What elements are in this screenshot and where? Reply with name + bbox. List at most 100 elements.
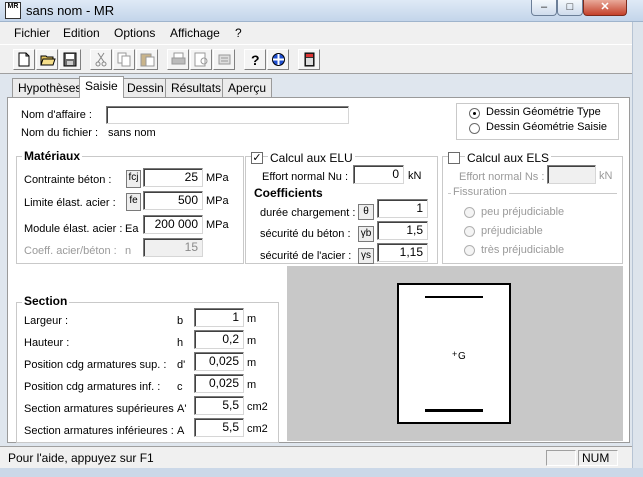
tab-dessin[interactable]: Dessin (121, 78, 170, 97)
module-label: Module élast. acier : (24, 223, 123, 235)
gamma-s-symbol: γs (358, 248, 374, 264)
limite-acier-input[interactable]: 500 (143, 191, 203, 210)
cdg-inf-input[interactable]: 0,025 (194, 374, 244, 393)
menu-options[interactable]: Options (114, 26, 155, 40)
paste-icon[interactable] (136, 49, 158, 70)
saisie-panel: Nom d'affaire : Nom du fichier : sans no… (7, 97, 630, 443)
effort-ns-input[interactable] (547, 165, 596, 184)
top-reinforcement (425, 296, 483, 298)
print-setup-icon[interactable] (213, 49, 235, 70)
nom-fichier-value: sans nom (108, 127, 156, 139)
radio-peu-prejudiciable-label: peu préjudiciable (481, 206, 565, 218)
radio-dessin-type[interactable] (469, 108, 480, 119)
hauteur-unit: m (247, 335, 257, 347)
effort-ns-unit: kN (599, 170, 613, 182)
context-help-icon[interactable] (267, 49, 289, 70)
effort-nu-label: Effort normal Nu : (262, 171, 348, 183)
largeur-input[interactable]: 1 (194, 308, 244, 327)
securite-beton-input[interactable]: 1,5 (377, 221, 428, 240)
nom-affaire-input[interactable] (106, 106, 349, 124)
cut-icon[interactable] (90, 49, 112, 70)
status-help-text: Pour l'aide, appuyez sur F1 (8, 451, 154, 465)
coeff-acier-beton-input[interactable]: 15 (143, 238, 203, 257)
arm-sup-input[interactable]: 5,5 (194, 396, 244, 415)
section-title: Section (22, 294, 70, 308)
menu-fichier[interactable]: Fichier (14, 26, 50, 40)
new-file-icon[interactable] (13, 49, 35, 70)
toolbar: ? (0, 44, 632, 74)
tab-resultats[interactable]: Résultats (165, 78, 228, 97)
section-preview: + G (287, 266, 623, 441)
fcj-symbol: fcj (126, 170, 141, 188)
module-acier-input[interactable]: 200 000 (143, 215, 203, 234)
elu-checkbox[interactable]: ✓ (251, 152, 263, 164)
arm-sup-label: Section armatures supérieures (24, 403, 174, 415)
els-checkbox[interactable] (448, 152, 460, 164)
fissuration-title: Fissuration (451, 186, 509, 198)
print-preview-icon[interactable] (190, 49, 212, 70)
effort-nu-input[interactable]: 0 (353, 165, 404, 184)
radio-tres-prejudiciable[interactable] (464, 245, 475, 256)
d-prime-symbol: d' (177, 359, 186, 371)
close-button[interactable]: ✕ (583, 0, 627, 16)
minimize-button[interactable]: – (531, 0, 557, 16)
radio-tres-prejudiciable-label: très préjudiciable (481, 244, 565, 256)
fe-symbol: fe (126, 193, 141, 211)
nom-affaire-label: Nom d'affaire : (21, 109, 92, 121)
arm-inf-label: Section armatures inférieures : (24, 425, 174, 437)
open-folder-icon[interactable] (36, 49, 58, 70)
radio-prejudiciable[interactable] (464, 226, 475, 237)
arm-inf-input[interactable]: 5,5 (194, 418, 244, 437)
window-right-edge (632, 22, 643, 477)
contrainte-unit: MPa (206, 172, 229, 184)
cdg-sup-unit: m (247, 357, 257, 369)
gamma-b-symbol: γb (358, 226, 374, 242)
cdg-sup-label: Position cdg armatures sup. : (24, 359, 167, 371)
radio-dessin-type-label: Dessin Géométrie Type (486, 106, 601, 118)
secu-acier-label: sécurité de l'acier : (260, 250, 352, 262)
module-unit: MPa (206, 219, 229, 231)
elu-checkbox-label: Calcul aux ELU (268, 151, 355, 165)
cdg-inf-label: Position cdg armatures inf. : (24, 381, 161, 393)
radio-peu-prejudiciable[interactable] (464, 207, 475, 218)
securite-acier-input[interactable]: 1,15 (377, 243, 428, 262)
centroid-label: G (458, 351, 466, 362)
window-title: sans nom - MR (26, 3, 115, 18)
coeff-label: Coeff. acier/béton : (24, 245, 117, 257)
effort-ns-label: Effort normal Ns : (459, 171, 545, 183)
coefficients-title: Coefficients (252, 186, 325, 200)
menu-edition[interactable]: Edition (63, 26, 100, 40)
largeur-label: Largeur : (24, 315, 69, 327)
tab-hypotheses[interactable]: Hypothèses (12, 78, 88, 97)
menu-help[interactable]: ? (235, 26, 242, 40)
copy-icon[interactable] (113, 49, 135, 70)
secu-beton-label: sécurité du béton : (260, 228, 351, 240)
duree-label: durée chargement : (260, 207, 356, 219)
arm-sup-unit: cm2 (247, 401, 268, 413)
tab-saisie[interactable]: Saisie (79, 76, 124, 98)
save-icon[interactable] (59, 49, 81, 70)
calculator-icon[interactable] (298, 49, 320, 70)
help-icon[interactable]: ? (244, 49, 266, 70)
duree-chargement-input[interactable]: 1 (377, 199, 428, 218)
cdg-sup-input[interactable]: 0,025 (194, 352, 244, 371)
contrainte-beton-input[interactable]: 25 (143, 168, 203, 187)
h-symbol: h (177, 337, 184, 349)
hauteur-label: Hauteur : (24, 337, 70, 349)
menu-affichage[interactable]: Affichage (170, 26, 220, 40)
largeur-unit: m (247, 313, 257, 325)
contrainte-label: Contrainte béton : (24, 174, 112, 186)
effort-nu-unit: kN (408, 170, 422, 182)
radio-dessin-saisie-label: Dessin Géométrie Saisie (486, 121, 608, 133)
title-bar: MR sans nom - MR – □ ✕ (0, 0, 643, 22)
radio-dessin-saisie[interactable] (469, 123, 480, 134)
tab-apercu[interactable]: Aperçu (222, 78, 273, 97)
section-outline: + G (397, 283, 511, 424)
hauteur-input[interactable]: 0,2 (194, 330, 244, 349)
print-icon[interactable] (167, 49, 189, 70)
status-num: NUM (578, 450, 618, 466)
a-prime-symbol: A' (177, 403, 187, 415)
window-bottom-edge (0, 468, 643, 477)
bottom-reinforcement (425, 409, 483, 412)
maximize-button[interactable]: □ (557, 0, 583, 16)
